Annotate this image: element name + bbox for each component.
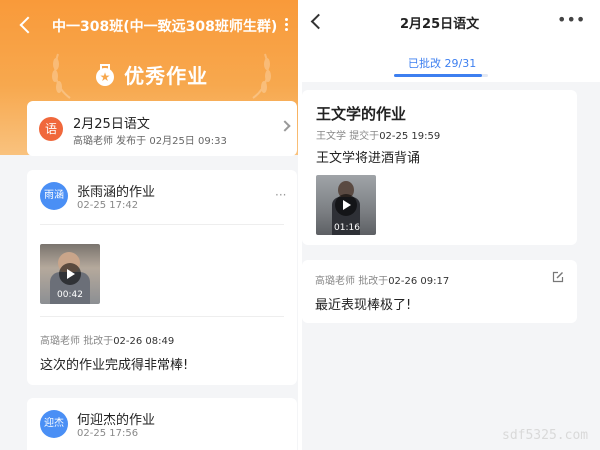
watermark: sdf5325.com <box>502 428 589 443</box>
homework-card: 迎杰 何迎杰的作业 02-25 17:56 <box>27 398 297 450</box>
reviewed-time: 02-26 08:49 <box>113 336 175 347</box>
avatar: 雨涵 <box>40 182 68 210</box>
homework-card: 雨涵 张雨涵的作业 02-25 17:42 ··· 00:42 高璐老师 批改于… <box>27 170 297 385</box>
reviewed-time: 02-26 09:17 <box>388 276 450 287</box>
video-thumbnail[interactable]: 00:42 <box>40 244 100 304</box>
homework-title: 张雨涵的作业 <box>77 185 156 200</box>
teacher-name: 高璐老师 <box>315 276 355 287</box>
page-title: 2月25日语文 <box>400 17 480 32</box>
submitted-label: 提交于 <box>349 131 380 142</box>
divider <box>40 316 284 317</box>
class-group-title: 中一308班(中一致远308班师生群) <box>52 19 278 35</box>
avatar: 迎杰 <box>40 410 68 438</box>
review-meta: 高璐老师 批改于02-26 09:17 <box>315 272 449 287</box>
more-horizontal-icon[interactable]: ••• <box>557 10 585 29</box>
divider <box>40 224 284 225</box>
review-meta: 高璐老师 批改于02-26 08:49 <box>40 332 174 347</box>
submission-content: 王文学将进酒背诵 <box>316 151 421 166</box>
tab-reviewed[interactable]: 已批改 29/31 <box>408 55 476 71</box>
right-screen: 2月25日语文 ••• 已批改 29/31 王文学的作业 王文学 提交于02-2… <box>302 0 600 450</box>
back-icon[interactable] <box>16 14 36 38</box>
video-duration: 00:42 <box>57 290 83 300</box>
reviewed-label: 批改于 <box>358 276 389 287</box>
video-thumbnail[interactable]: 01:16 <box>316 175 376 235</box>
video-duration: 01:16 <box>334 223 360 233</box>
homework-date: 02-25 17:42 <box>77 200 139 211</box>
assignment-meta: 高璐老师 发布于 02月25日 09:33 <box>73 136 227 147</box>
submission-title: 王文学的作业 <box>316 105 407 123</box>
right-top-bar: 2月25日语文 ••• <box>302 0 600 42</box>
subject-badge: 语 <box>39 117 63 141</box>
medal-icon: ★ <box>95 63 115 86</box>
left-top-bar: 中一308班(中一致远308班师生群) <box>0 0 298 52</box>
more-vertical-icon[interactable] <box>282 16 290 38</box>
teacher-comment: 这次的作业完成得非常棒! <box>40 358 189 373</box>
review-tab-bar: 已批改 29/31 <box>302 42 600 82</box>
reviewed-label: 批改于 <box>83 336 114 347</box>
review-card: 高璐老师 批改于02-26 09:17 最近表现棒极了! <box>302 260 577 323</box>
review-progress-fill <box>394 74 482 77</box>
submission-card: 王文学的作业 王文学 提交于02-25 19:59 王文学将进酒背诵 01:16 <box>302 90 577 245</box>
assignment-title: 2月25日语文 <box>73 117 150 132</box>
submitted-time: 02-25 19:59 <box>379 131 441 142</box>
assignment-card[interactable]: 语 2月25日语文 高璐老师 发布于 02月25日 09:33 <box>27 101 297 156</box>
left-screen: 中一308班(中一致远308班师生群) ★ 优秀作业 语 2月25日语文 高璐老… <box>0 0 298 450</box>
play-icon[interactable] <box>335 194 357 216</box>
homework-title: 何迎杰的作业 <box>77 413 156 428</box>
student-name: 王文学 <box>316 131 346 142</box>
laurel-left-icon <box>52 53 71 99</box>
back-icon[interactable] <box>308 12 324 32</box>
submission-meta: 王文学 提交于02-25 19:59 <box>316 127 440 142</box>
play-icon[interactable] <box>59 263 81 285</box>
review-progress-track <box>394 74 488 77</box>
teacher-name: 高璐老师 <box>40 336 80 347</box>
teacher-comment: 最近表现棒极了! <box>315 298 412 313</box>
banner-text: 优秀作业 <box>124 64 209 88</box>
more-horizontal-icon[interactable]: ··· <box>275 188 286 202</box>
homework-date: 02-25 17:56 <box>77 428 139 439</box>
chevron-right-icon[interactable] <box>279 120 291 132</box>
laurel-right-icon <box>252 53 271 99</box>
excellent-homework-badge: ★ 优秀作业 <box>95 60 208 88</box>
edit-icon[interactable] <box>552 271 564 283</box>
